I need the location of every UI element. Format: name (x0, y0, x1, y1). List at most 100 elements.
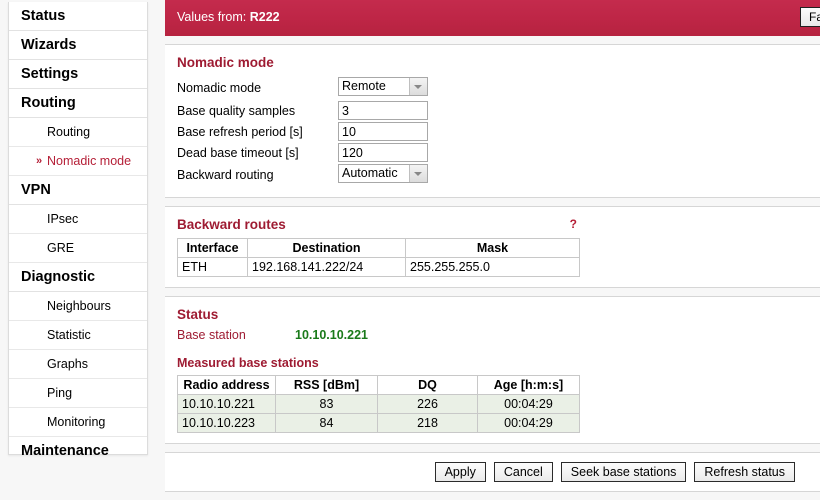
sidebar-item-label: Ping (47, 386, 73, 400)
values-from-header: Values from: R222 Fa (165, 0, 820, 36)
form-row: Base quality samples (177, 100, 428, 121)
table-cell: 192.168.141.222/24 (247, 257, 406, 277)
field-label: Base quality samples (177, 103, 296, 118)
values-from-label: Values from: R222 (177, 10, 280, 24)
sidebar-item-settings[interactable]: Settings (9, 60, 147, 89)
sidebar-item-gre[interactable]: GRE (9, 234, 147, 263)
sidebar-item-maintenance[interactable]: Maintenance (9, 437, 147, 465)
sidebar-item-label: Wizards (21, 37, 77, 53)
table-cell: 10.10.10.223 (177, 413, 276, 433)
backward-routes-panel: Backward routes ? Interface Destination Ma… (165, 206, 820, 288)
sidebar-item-label: Graphs (47, 357, 88, 371)
sidebar-item-vpn[interactable]: VPN (9, 176, 147, 205)
table-header-row: Interface Destination Mask (177, 238, 580, 258)
sidebar-item-ipsec[interactable]: IPsec (9, 205, 147, 234)
sidebar-item-neighbours[interactable]: Neighbours (9, 292, 147, 321)
column-header: Destination (247, 238, 406, 258)
column-header: Mask (405, 238, 580, 258)
base-quality-samples-input[interactable] (338, 101, 428, 120)
form-row: Backward routing Automatic (177, 163, 428, 187)
sidebar-item-label: Routing (21, 95, 76, 111)
table-header-row: Radio address RSS [dBm] DQ Age [h:m:s] (177, 375, 580, 395)
router-admin-page: Status Wizards Settings Routing Routing » Noma… (0, 0, 820, 500)
action-button-bar: Apply Cancel Seek base stations Refresh sta… (165, 452, 820, 492)
sidebar-item-diagnostic[interactable]: Diagnostic (9, 263, 147, 292)
seek-base-stations-button[interactable]: Seek base stations (560, 462, 687, 482)
field-control-cell (338, 142, 428, 163)
form-row: Base refresh period [s] (177, 121, 428, 142)
sidebar-item-statistic[interactable]: Statistic (9, 321, 147, 350)
backward-routes-title: Backward routes ? (177, 217, 577, 232)
chevron-down-icon[interactable] (409, 165, 427, 182)
backward-routes-title-text: Backward routes (177, 217, 286, 232)
sidebar-item-label: Settings (21, 66, 79, 82)
table-cell: 00:04:29 (477, 394, 580, 414)
field-label: Base refresh period [s] (177, 124, 303, 139)
table-row: 10.10.10.223 84 218 00:04:29 (177, 413, 580, 433)
sidebar-item-monitoring[interactable]: Monitoring (9, 408, 147, 437)
sidebar-item-label: Statistic (47, 328, 91, 342)
table-cell: 10.10.10.221 (177, 394, 276, 414)
values-from-device: R222 (249, 10, 280, 24)
field-control-cell (338, 121, 428, 142)
dead-base-timeout-s-input[interactable] (338, 143, 428, 162)
table-cell: 84 (275, 413, 378, 433)
table-cell: 226 (377, 394, 478, 414)
field-label: Backward routing (177, 168, 274, 182)
refresh-status-button[interactable]: Refresh status (694, 462, 795, 482)
nomadic-mode-select[interactable]: Remote (338, 77, 428, 96)
sidebar-item-wizards[interactable]: Wizards (9, 31, 147, 60)
table-row: 10.10.10.221 83 226 00:04:29 (177, 394, 580, 414)
backward-routes-table: Interface Destination Mask ETH 192.168.141.… (177, 238, 580, 277)
content-area: Values from: R222 Fa Nomadic mode Nomadi… (165, 0, 820, 500)
factory-reset-button[interactable]: Fa (799, 7, 820, 27)
column-header: Age [h:m:s] (477, 375, 580, 395)
nomadic-mode-form: Nomadic mode Remote Base quality samples Ba… (177, 76, 428, 187)
spacer (165, 444, 820, 452)
field-control-cell: Automatic (338, 163, 428, 187)
measured-base-stations-table: Radio address RSS [dBm] DQ Age [h:m:s] 10.1… (177, 375, 580, 433)
table-row: ETH 192.168.141.222/24 255.255.255.0 (177, 257, 580, 277)
apply-button[interactable]: Apply (434, 462, 486, 482)
nomadic-mode-panel: Nomadic mode Nomadic mode Remote Base qual… (165, 44, 820, 198)
base-station-label: Base station (177, 328, 246, 342)
sidebar-navigation: Status Wizards Settings Routing Routing » Noma… (8, 2, 148, 459)
column-header: DQ (377, 375, 478, 395)
sidebar-item-graphs[interactable]: Graphs (9, 350, 147, 379)
base-station-value: 10.10.10.221 (295, 328, 368, 342)
field-control-cell (338, 100, 428, 121)
base-refresh-period-s-input[interactable] (338, 122, 428, 141)
form-row: Dead base timeout [s] (177, 142, 428, 163)
chevron-down-icon[interactable] (409, 78, 427, 95)
sidebar-item-label: GRE (47, 241, 75, 255)
column-header: RSS [dBm] (275, 375, 378, 395)
sidebar-item-routing[interactable]: Routing (9, 118, 147, 147)
sidebar-item-nomadic-mode[interactable]: » Nomadic mode (9, 147, 147, 176)
column-header: Radio address (177, 375, 276, 395)
status-title: Status (177, 307, 219, 322)
sidebar-item-status[interactable]: Status (9, 2, 147, 31)
sidebar-item-label: Status (21, 8, 66, 24)
sidebar-item-ping[interactable]: Ping (9, 379, 147, 408)
table-cell: ETH (177, 257, 248, 277)
status-panel: Status Base station 10.10.10.221 Measured… (165, 296, 820, 444)
cancel-button[interactable]: Cancel (493, 462, 553, 482)
field-label: Dead base timeout [s] (177, 145, 299, 160)
sidebar-item-label: Maintenance (21, 443, 109, 459)
measured-base-stations-title: Measured base stations (177, 356, 319, 370)
sidebar-item-label: VPN (21, 182, 51, 198)
spacer (165, 36, 820, 44)
table-cell: 218 (377, 413, 478, 433)
sidebar-item-routing[interactable]: Routing (9, 89, 147, 118)
column-header: Interface (177, 238, 248, 258)
selected-value: Remote (342, 79, 386, 93)
sidebar-item-label: Routing (47, 125, 91, 139)
help-icon[interactable]: ? (570, 217, 577, 231)
base-station-row: Base station 10.10.10.221 (177, 328, 820, 342)
sidebar-item-label: Neighbours (47, 299, 111, 313)
sidebar-item-label: IPsec (47, 212, 79, 226)
backward-routing-select[interactable]: Automatic (338, 164, 428, 183)
table-cell: 255.255.255.0 (405, 257, 580, 277)
sidebar-item-label: Nomadic mode (47, 154, 132, 168)
spacer (165, 288, 820, 296)
